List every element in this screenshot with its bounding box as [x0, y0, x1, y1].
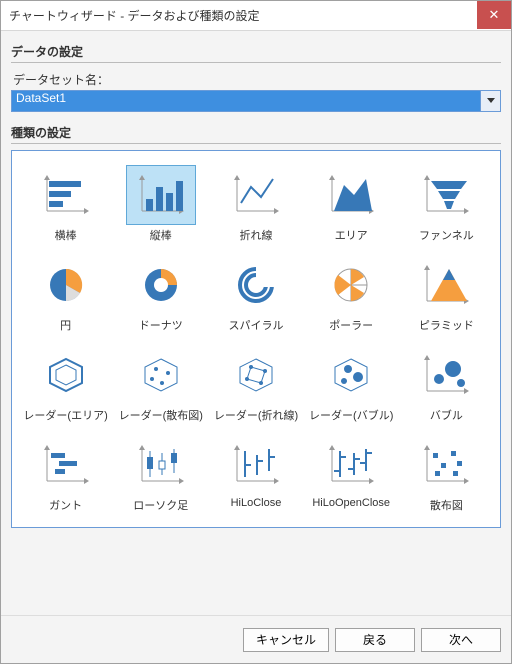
close-icon: ✕ — [489, 7, 500, 23]
line-icon — [221, 165, 291, 225]
data-section-header: データの設定 — [11, 39, 501, 63]
dataset-input[interactable]: DataSet1 — [11, 90, 481, 112]
chart-type-label: バブル — [430, 407, 463, 423]
chart-type-label: エリア — [335, 227, 368, 243]
chart-type-label: レーダー(バブル) — [309, 407, 393, 423]
hiloopenclose-icon — [316, 435, 386, 495]
chart-type-pie[interactable]: 円 — [20, 251, 111, 337]
radar-line-icon — [221, 345, 291, 405]
polar-icon — [316, 255, 386, 315]
chart-type-pyramid[interactable]: ピラミッド — [401, 251, 492, 337]
chart-type-candle[interactable]: ローソク足 — [115, 431, 206, 517]
bubble-icon — [411, 345, 481, 405]
chart-type-grid: 横棒 縦棒 折れ線 エリア ファンネル円 ドーナツ スパイラル ポーラー ピラミッドレーダー(エ… — [11, 150, 501, 528]
chart-type-label: ファンネル — [419, 227, 474, 243]
chart-type-label: 折れ線 — [239, 227, 272, 243]
chart-type-hiloclose[interactable]: HiLoClose — [210, 431, 301, 517]
chart-type-label: 横棒 — [55, 227, 77, 243]
back-button[interactable]: 戻る — [335, 628, 415, 652]
chart-type-bar-h[interactable]: 横棒 — [20, 161, 111, 247]
chart-type-label: レーダー(エリア) — [23, 407, 107, 423]
chart-type-polar[interactable]: ポーラー — [306, 251, 397, 337]
titlebar: チャートウィザード - データおよび種類の設定 ✕ — [1, 1, 511, 31]
chart-type-label: HiLoOpenClose — [312, 497, 390, 509]
close-button[interactable]: ✕ — [477, 1, 511, 29]
donut-icon — [126, 255, 196, 315]
bar-h-icon — [31, 165, 101, 225]
bar-v-icon — [126, 165, 196, 225]
chart-type-radar-bubble[interactable]: レーダー(バブル) — [306, 341, 397, 427]
chart-type-bar-v[interactable]: 縦棒 — [115, 161, 206, 247]
chart-type-label: レーダー(散布図) — [119, 407, 203, 423]
chart-type-funnel[interactable]: ファンネル — [401, 161, 492, 247]
dataset-combo[interactable]: DataSet1 — [11, 90, 501, 112]
funnel-icon — [411, 165, 481, 225]
chart-type-label: スパイラル — [228, 317, 283, 333]
cancel-button[interactable]: キャンセル — [243, 628, 329, 652]
kind-section-header: 種類の設定 — [11, 120, 501, 144]
scatter-icon — [411, 435, 481, 495]
candle-icon — [126, 435, 196, 495]
chart-type-label: ガント — [49, 497, 82, 513]
chart-type-label: 散布図 — [430, 497, 463, 513]
chart-type-area[interactable]: エリア — [306, 161, 397, 247]
chart-type-label: HiLoClose — [231, 497, 282, 509]
chart-type-label: 円 — [60, 317, 71, 333]
gantt-icon — [31, 435, 101, 495]
dataset-dropdown-button[interactable] — [481, 90, 501, 112]
window-title: チャートウィザード - データおよび種類の設定 — [9, 7, 260, 24]
chart-wizard-window: チャートウィザード - データおよび種類の設定 ✕ データの設定 データセット名… — [0, 0, 512, 664]
area-icon — [316, 165, 386, 225]
chart-type-line[interactable]: 折れ線 — [210, 161, 301, 247]
chart-type-label: ドーナツ — [139, 317, 183, 333]
spiral-icon — [221, 255, 291, 315]
chart-type-radar-scatter[interactable]: レーダー(散布図) — [115, 341, 206, 427]
chart-type-hiloopenclose[interactable]: HiLoOpenClose — [306, 431, 397, 517]
chart-type-label: ポーラー — [329, 317, 373, 333]
chart-type-scatter[interactable]: 散布図 — [401, 431, 492, 517]
radar-area-icon — [31, 345, 101, 405]
dataset-label: データセット名： — [13, 71, 501, 88]
chart-type-radar-area[interactable]: レーダー(エリア) — [20, 341, 111, 427]
radar-bubble-icon — [316, 345, 386, 405]
chart-type-label: 縦棒 — [150, 227, 172, 243]
chart-type-bubble[interactable]: バブル — [401, 341, 492, 427]
chart-type-gantt[interactable]: ガント — [20, 431, 111, 517]
chart-type-label: ローソク足 — [133, 497, 188, 513]
chart-type-spiral[interactable]: スパイラル — [210, 251, 301, 337]
chart-type-label: ピラミッド — [419, 317, 474, 333]
pie-icon — [31, 255, 101, 315]
chart-type-donut[interactable]: ドーナツ — [115, 251, 206, 337]
hiloclose-icon — [221, 435, 291, 495]
content-area: データの設定 データセット名： DataSet1 種類の設定 横棒 縦棒 折れ線 エリ… — [1, 31, 511, 615]
radar-scatter-icon — [126, 345, 196, 405]
chart-type-label: レーダー(折れ線) — [214, 407, 298, 423]
chevron-down-icon — [487, 98, 495, 104]
footer: キャンセル 戻る 次へ — [1, 615, 511, 663]
next-button[interactable]: 次へ — [421, 628, 501, 652]
chart-type-radar-line[interactable]: レーダー(折れ線) — [210, 341, 301, 427]
pyramid-icon — [411, 255, 481, 315]
